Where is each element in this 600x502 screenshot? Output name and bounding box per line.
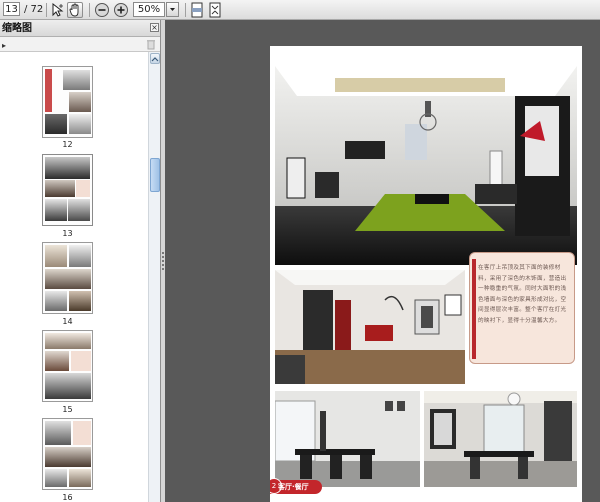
thumbnails-panel: 缩略图 × ▸ 12 13 14 15 16: [0, 20, 161, 502]
thumbnail-page-16[interactable]: [42, 418, 93, 490]
thumbnail-page-13[interactable]: [42, 154, 93, 226]
thumbnail-label: 13: [62, 229, 73, 238]
scroll-up-icon[interactable]: [150, 53, 160, 64]
page-total-label: / 72: [24, 4, 44, 15]
caption-text: 在客厅上吊顶及其下面的装修材料，采用了深色的木饰面，营造出一种稳重的气氛。同时大…: [478, 265, 567, 324]
zoom-out-icon[interactable]: [94, 2, 110, 18]
thumbnails-panel-header: 缩略图 ×: [0, 20, 160, 37]
page-number-input[interactable]: 13: [3, 2, 20, 16]
toolbar-separator: [89, 3, 90, 17]
thumbnail-page-14[interactable]: [42, 242, 93, 314]
thumbnails-scrollbar[interactable]: [148, 52, 160, 502]
options-menu-icon[interactable]: ▸: [2, 41, 6, 50]
caption-accent: [472, 259, 476, 359]
select-tool-icon[interactable]: [49, 2, 65, 18]
zoom-dropdown-chevron-icon[interactable]: [166, 2, 179, 17]
thumbnails-panel-title: 缩略图: [2, 23, 32, 34]
thumbnail-page-12[interactable]: [42, 66, 93, 138]
document-page: 在客厅上吊顶及其下面的装修材料，采用了深色的木饰面，营造出一种稳重的气氛。同时大…: [270, 46, 582, 502]
thumbnails-toolbar: ▸: [0, 37, 160, 52]
fit-page-icon[interactable]: [190, 2, 206, 18]
thumbnail-list: 12 13 14 15 16: [0, 52, 148, 502]
full-screen-icon[interactable]: [208, 2, 224, 18]
footer-section-label: 客厅·餐厅: [278, 483, 309, 491]
trash-icon[interactable]: [146, 39, 156, 50]
toolbar: 13 / 72 50%: [0, 0, 600, 20]
thumbnail-label: 15: [62, 405, 73, 414]
scrollbar-thumb[interactable]: [150, 158, 160, 192]
thumbnail-label: 14: [62, 317, 73, 326]
thumbnail-label: 12: [62, 140, 73, 149]
zoom-in-icon[interactable]: [113, 2, 129, 18]
toolbar-separator: [185, 3, 186, 17]
dining-room-photo-left: [275, 391, 420, 487]
caption-box: 在客厅上吊顶及其下面的装修材料，采用了深色的木饰面，营造出一种稳重的气氛。同时大…: [469, 252, 575, 364]
living-room-photo-main: [275, 66, 577, 265]
toolbar-separator: [46, 3, 47, 17]
hand-tool-icon[interactable]: [67, 2, 83, 18]
living-room-photo-secondary: [275, 270, 465, 384]
close-icon[interactable]: ×: [150, 23, 159, 32]
thumbnail-label: 16: [62, 493, 73, 502]
zoom-level-input[interactable]: 50%: [133, 2, 165, 17]
thumbnail-page-15[interactable]: [42, 330, 93, 402]
document-viewer[interactable]: 在客厅上吊顶及其下面的装修材料，采用了深色的木饰面，营造出一种稳重的气氛。同时大…: [165, 20, 600, 502]
dining-room-photo-right: [424, 391, 577, 487]
